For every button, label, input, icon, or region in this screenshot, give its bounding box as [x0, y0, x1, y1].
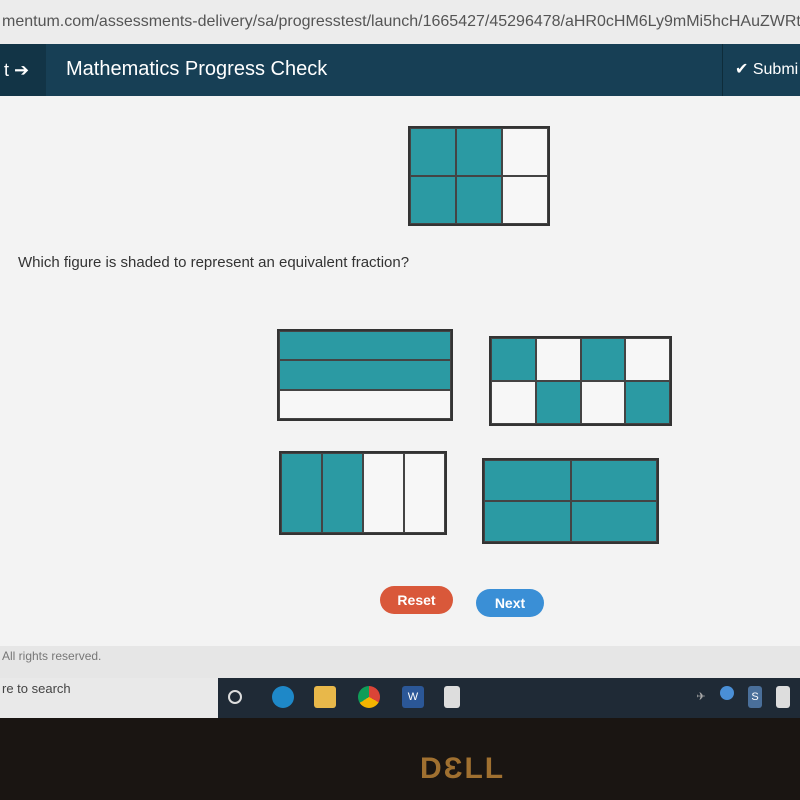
shaded-cell [281, 453, 322, 533]
edge-icon[interactable] [272, 686, 294, 708]
shaded-cell [279, 360, 451, 390]
shaded-cell [456, 128, 502, 176]
unshaded-cell [535, 338, 581, 381]
tray-s-icon[interactable]: S [748, 686, 762, 708]
answer-option-4[interactable] [482, 458, 659, 544]
arrow-right-circle-icon: ➔ [14, 60, 30, 80]
cortana-icon[interactable] [228, 690, 242, 704]
shaded-cell [410, 176, 456, 224]
reset-button[interactable]: Reset [380, 586, 453, 614]
unshaded-cell [363, 453, 404, 533]
file-explorer-icon[interactable] [314, 686, 336, 708]
address-bar[interactable]: mentum.com/assessments-delivery/sa/progr… [0, 0, 800, 44]
shaded-cell [456, 176, 502, 224]
unshaded-cell [580, 381, 626, 424]
calculator-icon[interactable] [444, 686, 460, 708]
shaded-cell [535, 381, 581, 424]
unshaded-cell [625, 338, 670, 381]
question-area: Which figure is shaded to represent an e… [0, 96, 800, 646]
shaded-cell [279, 331, 451, 361]
question-text: Which figure is shaded to represent an e… [18, 254, 410, 271]
shaded-cell [484, 460, 571, 501]
footer-text: All rights reserved. [0, 646, 800, 678]
taskbar: re to search W ✈ S [0, 678, 800, 718]
unshaded-cell [404, 453, 445, 533]
back-button[interactable]: t ➔ [0, 44, 46, 96]
shaded-cell [580, 338, 626, 381]
shaded-cell [491, 338, 536, 381]
answer-option-2[interactable] [489, 336, 672, 426]
unshaded-cell [502, 128, 548, 176]
shaded-cell [484, 501, 571, 542]
tray-app-icon[interactable] [720, 686, 734, 700]
unshaded-cell [279, 389, 451, 419]
submit-label: Submi [752, 61, 799, 78]
unshaded-cell [502, 176, 548, 224]
next-button[interactable]: Next [476, 589, 544, 617]
unshaded-cell [491, 381, 536, 424]
shaded-cell [570, 460, 657, 501]
target-figure [408, 126, 550, 226]
shaded-cell [322, 453, 363, 533]
shaded-cell [570, 501, 657, 542]
taskbar-search[interactable]: re to search [0, 678, 218, 718]
app-header: t ➔ Mathematics Progress Check ✔ Submi [0, 44, 800, 96]
word-icon[interactable]: W [402, 686, 424, 708]
shaded-cell [410, 128, 456, 176]
answer-option-3[interactable] [279, 451, 447, 535]
network-icon[interactable]: ✈ [690, 686, 712, 708]
submit-button[interactable]: ✔ Submi [722, 44, 798, 96]
check-circle-icon: ✔ [735, 61, 749, 78]
shaded-cell [625, 381, 670, 424]
page-title: Mathematics Progress Check [66, 58, 328, 80]
answer-option-1[interactable] [277, 329, 453, 421]
security-icon[interactable] [776, 686, 790, 708]
dell-logo: DƐLL [420, 752, 506, 785]
back-label: t [4, 60, 10, 80]
chrome-icon[interactable] [358, 686, 380, 708]
